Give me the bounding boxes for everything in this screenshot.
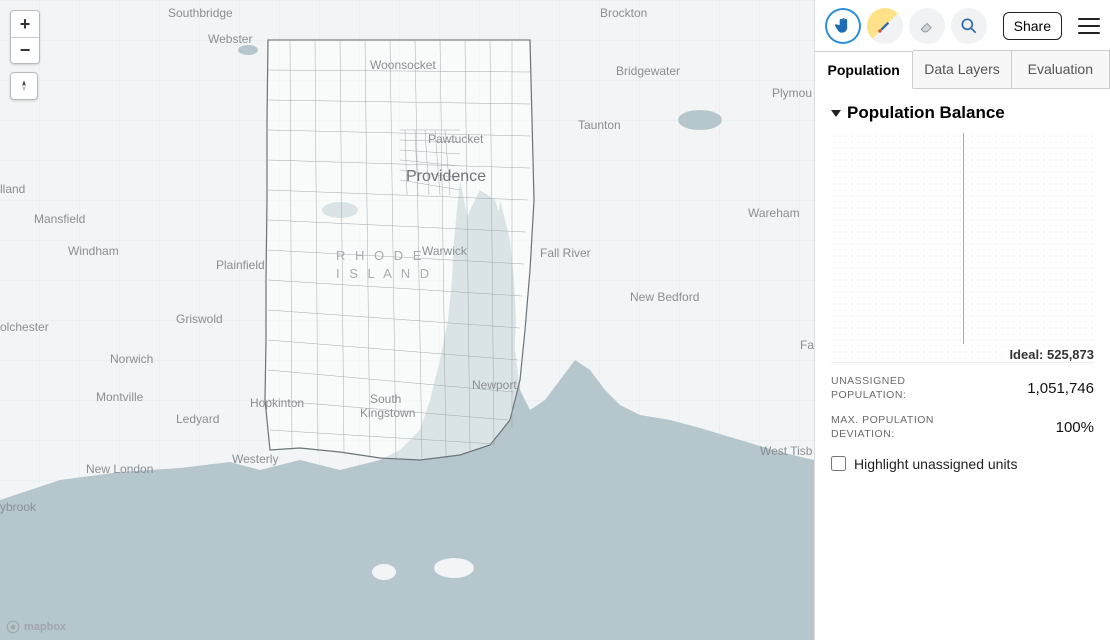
menu-button[interactable] xyxy=(1078,18,1100,34)
compass-button[interactable] xyxy=(10,72,38,100)
highlight-unassigned-row: Highlight unassigned units xyxy=(831,448,1094,472)
hand-icon xyxy=(833,16,853,36)
highlight-unassigned-checkbox[interactable] xyxy=(831,456,846,471)
stat-value: 1,051,746 xyxy=(1027,380,1094,397)
ideal-line xyxy=(963,133,964,344)
tab-population[interactable]: Population xyxy=(815,51,913,89)
stat-label: UNASSIGNED POPULATION: xyxy=(831,375,971,402)
zoom-in-button[interactable]: + xyxy=(11,11,39,37)
attribution-text: mapbox xyxy=(24,621,66,633)
brush-icon xyxy=(875,16,895,36)
highlight-unassigned-label[interactable]: Highlight unassigned units xyxy=(854,456,1017,472)
tabs: Population Data Layers Evaluation xyxy=(815,50,1110,89)
share-button[interactable]: Share xyxy=(1003,12,1062,40)
brush-tool-button[interactable] xyxy=(867,8,903,44)
stat-value: 100% xyxy=(1056,419,1094,436)
tab-evaluation[interactable]: Evaluation xyxy=(1012,50,1110,88)
panel-title: Population Balance xyxy=(847,103,1005,123)
eraser-tool-button[interactable] xyxy=(909,8,945,44)
side-panel: Share Population Data Layers Evaluation … xyxy=(814,0,1110,640)
toolbar: Share xyxy=(815,0,1110,50)
hamburger-icon xyxy=(1078,18,1100,20)
population-balance-chart: Ideal: 525,873 xyxy=(831,133,1094,363)
map-controls: + − xyxy=(10,10,40,100)
stat-deviation: MAX. POPULATION DEVIATION: 100% xyxy=(831,408,1094,447)
magnifier-icon xyxy=(959,16,979,36)
inspect-tool-button[interactable] xyxy=(951,8,987,44)
tab-data-layers[interactable]: Data Layers xyxy=(913,50,1011,88)
pan-tool-button[interactable] xyxy=(825,8,861,44)
zoom-control: + − xyxy=(10,10,40,64)
stat-unassigned: UNASSIGNED POPULATION: 1,051,746 xyxy=(831,369,1094,408)
compass-icon xyxy=(17,79,31,93)
map-attribution: mapbox xyxy=(6,620,66,634)
map-pane[interactable]: SouthbridgeWebsterWoonsocketBrocktonBrid… xyxy=(0,0,814,640)
eraser-icon xyxy=(917,16,937,36)
ideal-label: Ideal: 525,873 xyxy=(1005,347,1094,362)
stat-label: MAX. POPULATION DEVIATION: xyxy=(831,414,971,441)
zoom-out-button[interactable]: − xyxy=(11,37,39,63)
population-panel: Population Balance Ideal: 525,873 UNASSI… xyxy=(815,89,1110,486)
panel-header[interactable]: Population Balance xyxy=(831,103,1094,123)
mapbox-logo-icon xyxy=(6,620,20,634)
map-canvas xyxy=(0,0,814,640)
chevron-down-icon xyxy=(831,110,841,117)
